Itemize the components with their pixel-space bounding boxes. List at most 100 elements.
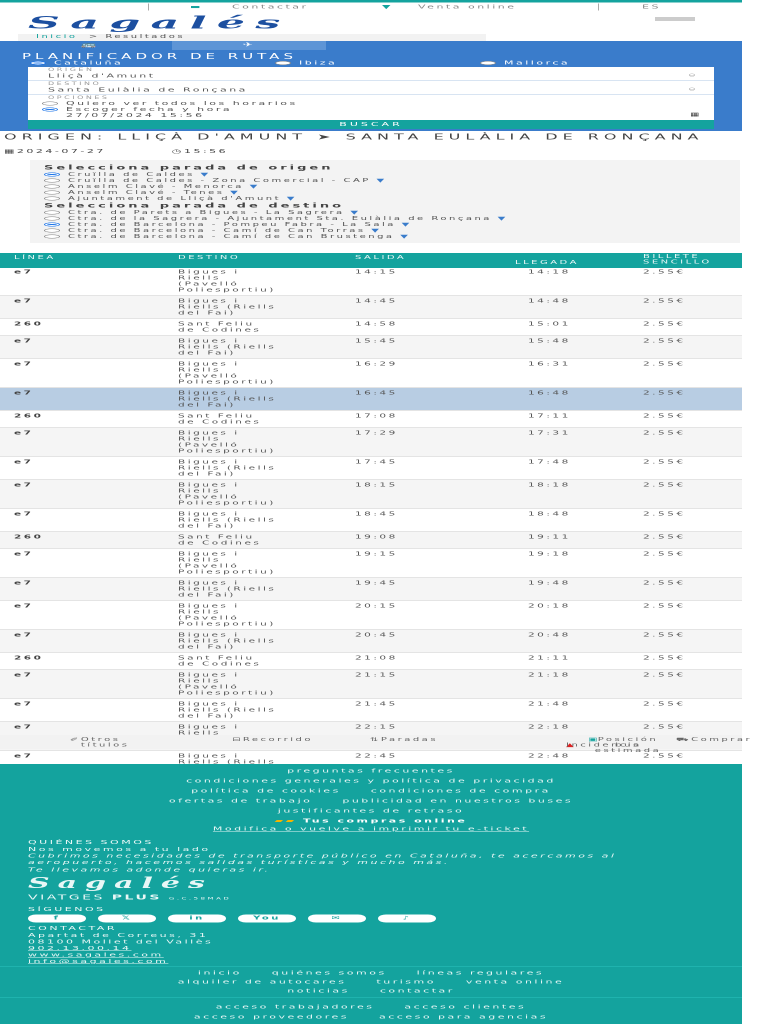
departure-cell: 14:15: [355, 269, 398, 275]
departure-cell: 14:45: [355, 298, 398, 304]
destination-cell: Bigues i Riells (Pavelló Poliesportiu): [178, 603, 276, 627]
logo[interactable]: Sagalés: [28, 13, 291, 33]
x-icon[interactable]: 𝕏: [98, 914, 156, 923]
table-header: LÍNEA DESTINO SALIDA LLEGADA BILLETE SEN…: [0, 253, 742, 268]
email-link[interactable]: info@sagales.com: [28, 958, 168, 965]
line-cell: e7: [14, 632, 34, 638]
departure-cell: 19:15: [355, 551, 398, 557]
instagram-icon[interactable]: ✉: [308, 914, 366, 923]
chevron-down-icon[interactable]: ▼: [400, 234, 410, 240]
footer-link[interactable]: preguntas frecuentes: [0, 766, 742, 776]
access-links[interactable]: acceso trabajadores acceso clientes: [0, 1002, 742, 1012]
departure-cell: 16:29: [355, 361, 398, 367]
price-cell: 2.55€: [643, 603, 686, 609]
stop-name: Anselm Clavé - Menorca: [68, 184, 244, 190]
footer-link[interactable]: política de cookies condiciones de compr…: [0, 786, 742, 796]
line-cell: e7: [14, 603, 34, 609]
eticket-link[interactable]: Modifica o vuelve a imprimir tu e-ticket: [0, 824, 742, 834]
contact-link[interactable]: Contactar: [232, 4, 309, 11]
tab-bus[interactable]: 🚌: [60, 41, 120, 50]
tab-plane[interactable]: ✈: [172, 41, 326, 50]
youtube-icon[interactable]: You: [238, 914, 296, 923]
footer-nav[interactable]: alquiler de autocares turismo venta onli…: [0, 978, 742, 987]
swap-icon[interactable]: ⊖: [688, 73, 698, 78]
destination-cell: Bigues i Riells (Riells del Fai): [178, 338, 277, 356]
destination-cell: Bigues i Riells (Riells del Fai): [178, 459, 277, 477]
line-cell: e7: [14, 672, 34, 678]
table-row[interactable]: e7 Bigues i Riells (Pavelló Poliesportiu)…: [0, 428, 742, 457]
line-cell: 260: [14, 655, 44, 661]
table-row[interactable]: e7 Bigues i Riells (Pavelló Poliesportiu)…: [0, 267, 742, 296]
stop-option[interactable]: Ctra. de Barcelona - Camí de Can Brusten…: [44, 234, 726, 240]
stops-link[interactable]: ⇅ Paradas: [370, 737, 436, 743]
destination-stop-title: Selecciona parada de destino: [44, 202, 345, 210]
table-row[interactable]: 260 Sant Feliu de Codines 14:58 15:01 2.55€: [0, 319, 742, 336]
chevron-down-icon[interactable]: ▼: [287, 196, 297, 202]
table-row[interactable]: e7 Bigues i Riells (Riells del Fai) 21:45 2…: [0, 699, 742, 722]
line-cell: 260: [14, 413, 44, 419]
online-sale-link[interactable]: Venta online: [418, 4, 517, 11]
table-row[interactable]: e7 Bigues i Riells (Riells del Fai) 20:45 2…: [0, 630, 742, 653]
table-row[interactable]: e7 Bigues i Riells (Riells del Fai) 16:45 1…: [0, 388, 742, 411]
footer-link[interactable]: ofertas de trabajo publicidad en nuestro…: [0, 796, 742, 806]
access-links[interactable]: acceso proveedores acceso para agencias: [0, 1012, 742, 1022]
chevron-down-icon[interactable]: ▼: [498, 216, 508, 222]
datetime-input[interactable]: 27/07/2024 15:56: [48, 112, 694, 119]
chevron-down-icon[interactable]: ▼: [250, 184, 260, 190]
chevron-down-icon[interactable]: ▼: [201, 172, 211, 178]
swap-icon[interactable]: ⊖: [688, 87, 698, 92]
region-ibiza[interactable]: Ibiza: [275, 60, 337, 66]
region-mallorca[interactable]: Mallorca: [480, 60, 570, 66]
tiktok-icon[interactable]: ♪: [378, 914, 436, 923]
chevron-down-icon[interactable]: ▼: [402, 222, 412, 228]
region-cataluna[interactable]: Cataluña: [30, 60, 123, 66]
route-link[interactable]: ⊟ Recorrido: [232, 737, 310, 743]
table-row[interactable]: e7 Bigues i Riells (Pavelló Poliesportiu)…: [0, 480, 742, 509]
table-row[interactable]: e7 Bigues i Riells (Riells del Fai) 17:45 1…: [0, 457, 742, 480]
table-row[interactable]: e7 Bigues i Riells (Pavelló Poliesportiu)…: [0, 549, 742, 578]
origin-field[interactable]: ORIGEN Lliçà d'Amunt ⊖: [28, 67, 714, 81]
chevron-down-icon[interactable]: ▼: [377, 178, 387, 184]
footer-nav[interactable]: inicio quiénes somos líneas regulares: [0, 969, 742, 978]
arrival-cell: 22:18: [528, 724, 571, 730]
table-row[interactable]: 260 Sant Feliu de Codines 17:08 17:11 2.55€: [0, 411, 742, 428]
table-row[interactable]: e7 Bigues i Riells (Riells del Fai) 18:45 1…: [0, 509, 742, 532]
other-tickets-link[interactable]: ✐ Otros títulos: [70, 737, 127, 748]
table-row[interactable]: e7 Bigues i Riells (Riells del Fai) 15:45 1…: [0, 336, 742, 359]
facebook-icon[interactable]: f: [28, 914, 86, 923]
breadcrumb-home[interactable]: Inicio: [36, 34, 77, 40]
line-cell: e7: [14, 580, 34, 586]
chevron-down-icon[interactable]: ▼: [230, 190, 240, 196]
footer-link[interactable]: justificantes de retraso: [0, 806, 742, 816]
price-cell: 2.55€: [643, 390, 686, 396]
price-cell: 2.55€: [643, 298, 686, 304]
destination-cell: Bigues i Riells (Pavelló Poliesportiu): [178, 482, 276, 506]
search-button[interactable]: BUSCAR: [28, 120, 714, 129]
table-row[interactable]: e7 Bigues i Riells (Pavelló Poliesportiu)…: [0, 670, 742, 699]
linkedin-icon[interactable]: in: [168, 914, 226, 923]
destination-value: Santa Eulàlia de Ronçana: [48, 86, 248, 94]
stop-name: Ctra. de Barcelona - Pompeu Fabra - La S…: [68, 222, 396, 228]
footer-link[interactable]: condiciones generales y política de priv…: [0, 776, 742, 786]
table-row[interactable]: 260 Sant Feliu de Codines 19:08 19:11 2.55€: [0, 532, 742, 549]
table-row[interactable]: e7 Bigues i Riells (Riells del Fai) 19:45 1…: [0, 578, 742, 601]
table-row[interactable]: 260 Sant Feliu de Codines 21:08 21:11 2.55€: [0, 653, 742, 670]
buy-link[interactable]: ⛟ Comprar: [676, 737, 750, 744]
arrival-cell: 17:48: [528, 459, 571, 465]
clock-icon: ◷: [171, 148, 184, 155]
chevron-down-icon[interactable]: ▼: [350, 210, 360, 216]
table-row[interactable]: e7 Bigues i Riells (Pavelló Poliesportiu)…: [0, 601, 742, 630]
table-row[interactable]: e7 Bigues i Riells (Pavelló Poliesportiu)…: [0, 359, 742, 388]
line-cell: 260: [14, 321, 44, 327]
language-select[interactable]: ES: [642, 4, 661, 11]
price-cell: 2.55€: [643, 701, 686, 707]
calendar-icon[interactable]: ▦: [690, 112, 702, 118]
destination-field[interactable]: DESTINO Santa Eulàlia de Ronçana ⊖: [28, 81, 714, 95]
arrival-cell: 22:48: [528, 753, 571, 759]
arrival-cell: 17:31: [528, 430, 571, 436]
chevron-down-icon[interactable]: ▼: [371, 228, 381, 234]
menu-button[interactable]: [655, 17, 695, 21]
table-row[interactable]: e7 Bigues i Riells (Riells del Fai) 14:45 1…: [0, 296, 742, 319]
footer-nav[interactable]: noticias contactar: [0, 987, 742, 996]
price-cell: 2.55€: [643, 551, 686, 557]
